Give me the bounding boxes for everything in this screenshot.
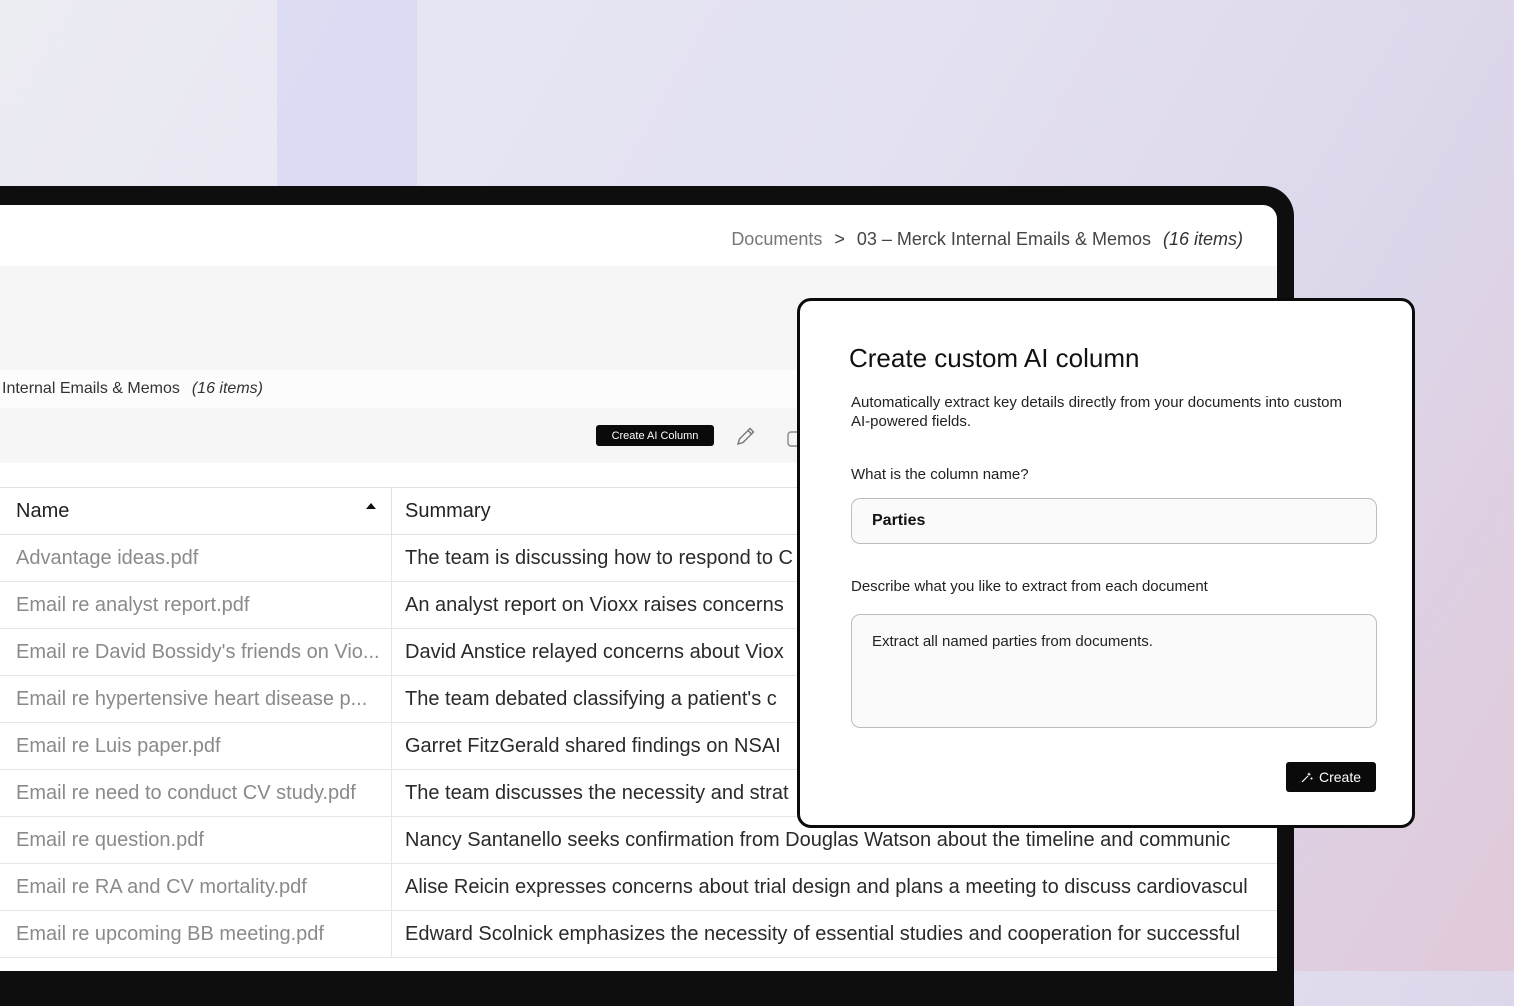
dialog-title: Create custom AI column (849, 343, 1140, 373)
folder-count: (16 items) (191, 380, 263, 397)
cell-name[interactable]: Email re RA and CV mortality.pdf (0, 864, 392, 910)
column-name-input[interactable] (851, 498, 1377, 544)
column-header-label: Summary (405, 499, 491, 522)
breadcrumb-separator: > (834, 229, 845, 249)
breadcrumb-count: (16 items) (1162, 229, 1243, 249)
cell-name[interactable]: Email re need to conduct CV study.pdf (0, 770, 392, 816)
column-header-label: Name (16, 499, 70, 522)
folder-title: Internal Emails & Memos (2, 380, 180, 397)
table-row[interactable]: Email re upcoming BB meeting.pdf Edward … (0, 911, 1277, 958)
cell-name[interactable]: Email re David Bossidy's friends on Vio.… (0, 629, 392, 675)
dialog-description: Automatically extract key details direct… (851, 394, 1343, 430)
breadcrumb-root-link[interactable]: Documents (731, 229, 822, 250)
column-name-label: What is the column name? (851, 466, 1029, 483)
background-band (277, 0, 417, 186)
cell-name[interactable]: Email re upcoming BB meeting.pdf (0, 911, 392, 957)
cell-name[interactable]: Email re Luis paper.pdf (0, 723, 392, 769)
create-ai-column-button[interactable]: Create AI Column (596, 425, 714, 446)
table-row[interactable]: Email re RA and CV mortality.pdf Alise R… (0, 864, 1277, 911)
breadcrumb-current: 03 – Merck Internal Emails & Memos (856, 229, 1151, 249)
magic-wand-icon (1301, 772, 1313, 783)
create-button[interactable]: Create (1286, 762, 1376, 792)
create-ai-column-dialog: Create custom AI column Automatically ex… (797, 298, 1415, 828)
extract-description-textarea[interactable]: Extract all named parties from documents… (851, 614, 1377, 728)
cell-name[interactable]: Advantage ideas.pdf (0, 535, 392, 581)
cell-name[interactable]: Email re hypertensive heart disease p... (0, 676, 392, 722)
sort-ascending-icon[interactable] (365, 502, 377, 510)
column-header-name[interactable]: Name (0, 488, 392, 534)
cell-summary: Edward Scolnick emphasizes the necessity… (405, 922, 1240, 945)
extract-description-label: Describe what you like to extract from e… (851, 578, 1208, 595)
background-band (417, 0, 854, 186)
create-button-label: Create (1318, 769, 1362, 785)
cell-summary: Alise Reicin expresses concerns about tr… (405, 875, 1248, 898)
pencil-icon[interactable] (734, 424, 758, 448)
cell-name[interactable]: Email re analyst report.pdf (0, 582, 392, 628)
cell-name[interactable]: Email re question.pdf (0, 817, 392, 863)
breadcrumb: Documents > 03 – Merck Internal Emails &… (731, 229, 1243, 250)
